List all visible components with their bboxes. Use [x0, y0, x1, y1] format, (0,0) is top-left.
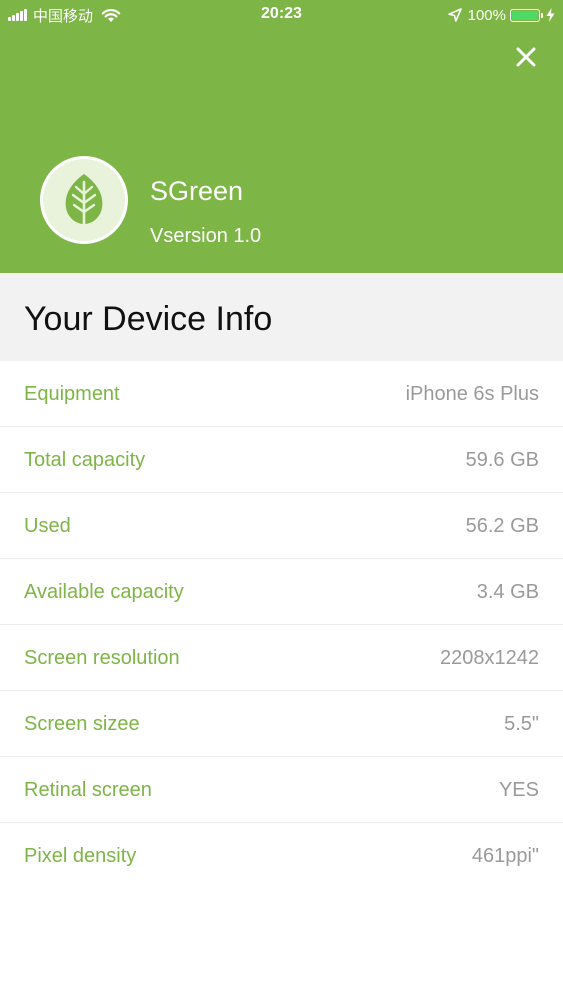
leaf-icon	[65, 174, 103, 230]
info-row-pixel-density: Pixel density 461ppi"	[0, 823, 563, 889]
charging-bolt-icon	[546, 8, 555, 22]
device-info-list: Equipment iPhone 6s Plus Total capacity …	[0, 361, 563, 889]
info-value: YES	[498, 779, 539, 801]
info-value: 56.2 GB	[465, 515, 539, 537]
section-header: Your Device Info	[0, 273, 563, 361]
info-value: iPhone 6s Plus	[405, 383, 539, 405]
info-value: 461ppi"	[471, 845, 539, 867]
battery-percentage: 100%	[467, 6, 506, 24]
info-label: Screen resolution	[24, 647, 180, 669]
info-value: 2208x1242	[440, 647, 539, 669]
app-version: Vsersion 1.0	[150, 225, 262, 247]
section-title: Your Device Info	[24, 300, 273, 338]
info-value: 59.6 GB	[465, 449, 539, 471]
app-name: SGreen	[150, 176, 244, 206]
device-info-screen: 中国移动 20:23 100% SGreen Vsersion 1.0 Your…	[0, 0, 563, 1000]
status-bar: 中国移动 20:23 100%	[0, 0, 563, 30]
location-arrow-icon	[447, 8, 462, 22]
info-row-available-capacity: Available capacity 3.4 GB	[0, 559, 563, 625]
info-label: Pixel density	[24, 845, 137, 867]
app-header: 中国移动 20:23 100% SGreen Vsersion 1.0	[0, 0, 563, 273]
info-value: 5.5"	[504, 713, 539, 735]
info-label: Retinal screen	[24, 779, 152, 801]
app-logo	[40, 156, 128, 244]
info-value: 3.4 GB	[476, 581, 539, 603]
battery-icon	[510, 8, 543, 22]
info-row-used: Used 56.2 GB	[0, 493, 563, 559]
info-label: Equipment	[24, 383, 120, 405]
info-label: Available capacity	[24, 581, 184, 603]
info-row-screen-size: Screen sizee 5.5"	[0, 691, 563, 757]
info-row-screen-resolution: Screen resolution 2208x1242	[0, 625, 563, 691]
close-icon[interactable]	[512, 43, 540, 71]
info-label: Total capacity	[24, 449, 146, 471]
info-label: Screen sizee	[24, 713, 140, 735]
status-right: 100%	[447, 5, 555, 25]
info-label: Used	[24, 515, 71, 537]
info-row-retinal-screen: Retinal screen YES	[0, 757, 563, 823]
info-row-equipment: Equipment iPhone 6s Plus	[0, 361, 563, 427]
info-row-total-capacity: Total capacity 59.6 GB	[0, 427, 563, 493]
